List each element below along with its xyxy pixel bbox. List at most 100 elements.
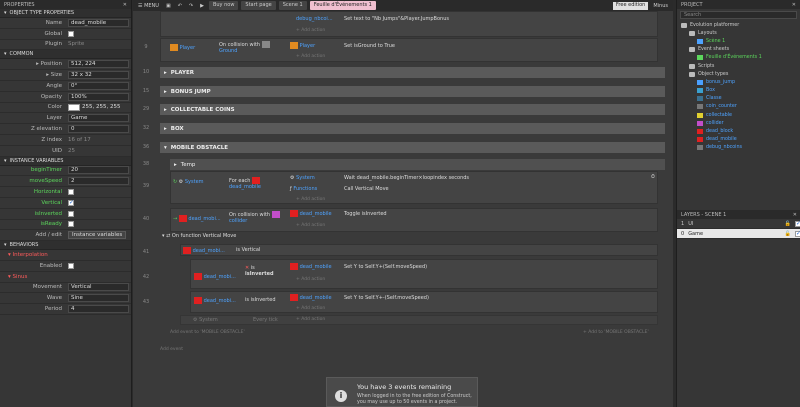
tab-event-sheet[interactable]: Feuille d'Événements 1 xyxy=(309,1,376,10)
tree-item[interactable]: Classe xyxy=(679,95,800,103)
opacity-input[interactable]: 100% xyxy=(68,92,129,101)
save-icon[interactable]: ▣ xyxy=(164,3,173,9)
section-behaviors[interactable]: ▾ BEHAVIORS xyxy=(0,241,131,251)
color-swatch[interactable] xyxy=(68,103,80,111)
add-action-link[interactable]: + Add action xyxy=(296,317,325,322)
condition-text[interactable]: is isInverted xyxy=(245,297,276,303)
action-object[interactable]: dead_mobile xyxy=(290,210,332,217)
lock-icon[interactable]: 🔓 xyxy=(785,231,791,237)
condition-text[interactable]: Every tick xyxy=(253,317,278,323)
events-remaining-notice[interactable]: i You have 3 events remaining When logge… xyxy=(326,377,478,407)
action-text[interactable]: Set Y to Self.Y+(Self.moveSpeed) xyxy=(344,264,427,270)
ivar-checkbox[interactable] xyxy=(68,199,74,206)
condition-text[interactable]: On collision with collider xyxy=(229,211,280,224)
layer-select[interactable]: Game xyxy=(68,114,129,123)
action-text[interactable]: Set isGround to True xyxy=(344,43,395,49)
group-box[interactable]: ▸ BOX xyxy=(160,123,665,134)
section-common[interactable]: ▾ COMMON xyxy=(0,50,131,60)
condition-object[interactable]: dead_mobi... xyxy=(194,297,236,304)
instance-variables-button[interactable]: Instance variables xyxy=(68,231,127,240)
tree-item[interactable]: coin_counter xyxy=(679,103,800,111)
condition-text[interactable]: For each dead_mobile xyxy=(229,177,261,190)
condition-object[interactable]: dead_mobi... xyxy=(194,273,236,280)
tree-item[interactable]: Scripts xyxy=(679,62,800,70)
tree-item[interactable]: Scène 1 xyxy=(679,37,800,45)
position-input[interactable]: 512, 224 xyxy=(68,60,129,69)
lock-icon[interactable]: 🔓 xyxy=(785,221,791,227)
color-value[interactable]: 255, 255, 255 xyxy=(82,104,121,110)
event-block[interactable] xyxy=(160,11,658,37)
event-block-disabled[interactable] xyxy=(180,315,658,325)
group-temp[interactable]: ▸ Temp xyxy=(170,159,665,170)
action-object[interactable]: Player xyxy=(290,42,315,49)
action-object[interactable]: ⚙ System xyxy=(290,175,315,181)
action-text[interactable]: Set text to "Nb Jumps"&Player.JumpBonus xyxy=(344,16,449,22)
tree-item[interactable]: Feuille d'Événements 1 xyxy=(679,54,800,62)
group-collectable-coins[interactable]: ▸ COLLECTABLE COINS xyxy=(160,104,665,115)
redo-icon[interactable]: ↷ xyxy=(187,3,195,9)
add-action-link[interactable]: + Add action xyxy=(296,28,325,33)
tree-item[interactable]: dead_mobile xyxy=(679,136,800,144)
condition-text[interactable]: ✕ is isInverted xyxy=(245,265,274,277)
tree-item[interactable]: Event sheets xyxy=(679,46,800,54)
group-player[interactable]: ▸ PLAYER xyxy=(160,67,665,78)
zelev-input[interactable]: 0 xyxy=(68,125,129,134)
tree-item[interactable]: collectable xyxy=(679,111,800,119)
condition-text[interactable]: On collision with Ground xyxy=(219,41,270,54)
layer-row-ui[interactable]: 1 UI 🔓 xyxy=(677,219,800,229)
action-text[interactable]: Call Vertical Move xyxy=(344,186,389,192)
ivar-checkbox[interactable] xyxy=(68,221,74,228)
action-text[interactable]: Wait dead_mobile.beginTimer×loopindex se… xyxy=(344,175,469,181)
section-object-type[interactable]: ▾ OBJECT TYPE PROPERTIES xyxy=(0,9,131,18)
add-event-to-group-link[interactable]: Add event to 'MOBILE OBSTACLE' xyxy=(170,330,245,335)
action-object[interactable]: dead_mobile xyxy=(290,263,332,270)
group-mobile-obstacle[interactable]: ▾ MOBILE OBSTACLE xyxy=(160,142,665,153)
layer-visible-checkbox[interactable] xyxy=(795,220,800,227)
group-bonus-jump[interactable]: ▸ BONUS JUMP xyxy=(160,86,665,97)
tree-item[interactable]: Layouts xyxy=(679,29,800,37)
action-text[interactable]: Set Y to Self.Y+-(Self.moveSpeed) xyxy=(344,295,429,301)
tab-buy-now[interactable]: Buy now xyxy=(208,1,239,10)
tree-item[interactable]: collider xyxy=(679,119,800,127)
tree-item[interactable]: Object types xyxy=(679,70,800,78)
ivar-input[interactable]: 20 xyxy=(68,166,129,175)
close-icon[interactable]: ✕ xyxy=(123,2,127,8)
condition-object[interactable]: dead_mobi... xyxy=(183,247,225,254)
condition-object[interactable]: Player xyxy=(170,44,195,51)
global-checkbox[interactable] xyxy=(68,30,74,37)
condition-object[interactable]: → dead_mobi... xyxy=(173,215,221,222)
condition-text[interactable]: is Vertical xyxy=(236,247,260,253)
add-event-link[interactable]: Add event xyxy=(160,347,183,352)
movement-select[interactable]: Vertical xyxy=(68,283,129,292)
action-object[interactable]: ƒ Functions xyxy=(290,186,317,192)
period-input[interactable]: 4 xyxy=(68,305,129,314)
enabled-checkbox[interactable] xyxy=(68,262,74,269)
section-instance-variables[interactable]: ▾ INSTANCE VARIABLES xyxy=(0,156,131,166)
free-edition-badge[interactable]: Free edition xyxy=(612,1,649,10)
add-action-link[interactable]: + Add action xyxy=(296,277,325,282)
tree-item[interactable]: debug_nbcoins xyxy=(679,144,800,152)
add-action-link[interactable]: + Add action xyxy=(296,223,325,228)
action-object[interactable]: dead_mobile xyxy=(290,294,332,301)
menu-button[interactable]: ☰ MENU xyxy=(136,3,161,9)
add-action-link[interactable]: + Add action xyxy=(296,306,325,311)
ivar-checkbox[interactable] xyxy=(68,210,74,217)
tree-item[interactable]: bonus_jump xyxy=(679,78,800,86)
layer-row-game[interactable]: 0 Game 🔓 xyxy=(677,229,800,239)
behavior-sinus[interactable]: ▾ Sinus xyxy=(0,272,131,283)
user-name[interactable]: Minus xyxy=(651,3,670,9)
tree-item[interactable]: dead_block xyxy=(679,127,800,135)
play-icon[interactable]: ▶ xyxy=(198,3,206,9)
wave-select[interactable]: Sine xyxy=(68,294,129,303)
add-to-group-link[interactable]: + Add to 'MOBILE OBSTACLE' xyxy=(583,330,649,335)
add-action-link[interactable]: + Add action xyxy=(296,54,325,59)
angle-input[interactable]: 0° xyxy=(68,81,129,90)
close-icon[interactable]: ✕ xyxy=(793,212,797,218)
add-action-link[interactable]: + Add action xyxy=(296,197,325,202)
close-icon[interactable]: ✕ xyxy=(792,2,796,8)
tab-start-page[interactable]: Start page xyxy=(241,1,276,10)
condition-object[interactable]: ⚙ System xyxy=(193,317,218,323)
tree-item[interactable]: Box xyxy=(679,87,800,95)
action-text[interactable]: Toggle isInverted xyxy=(344,211,387,217)
project-search-input[interactable]: Search xyxy=(680,11,797,19)
